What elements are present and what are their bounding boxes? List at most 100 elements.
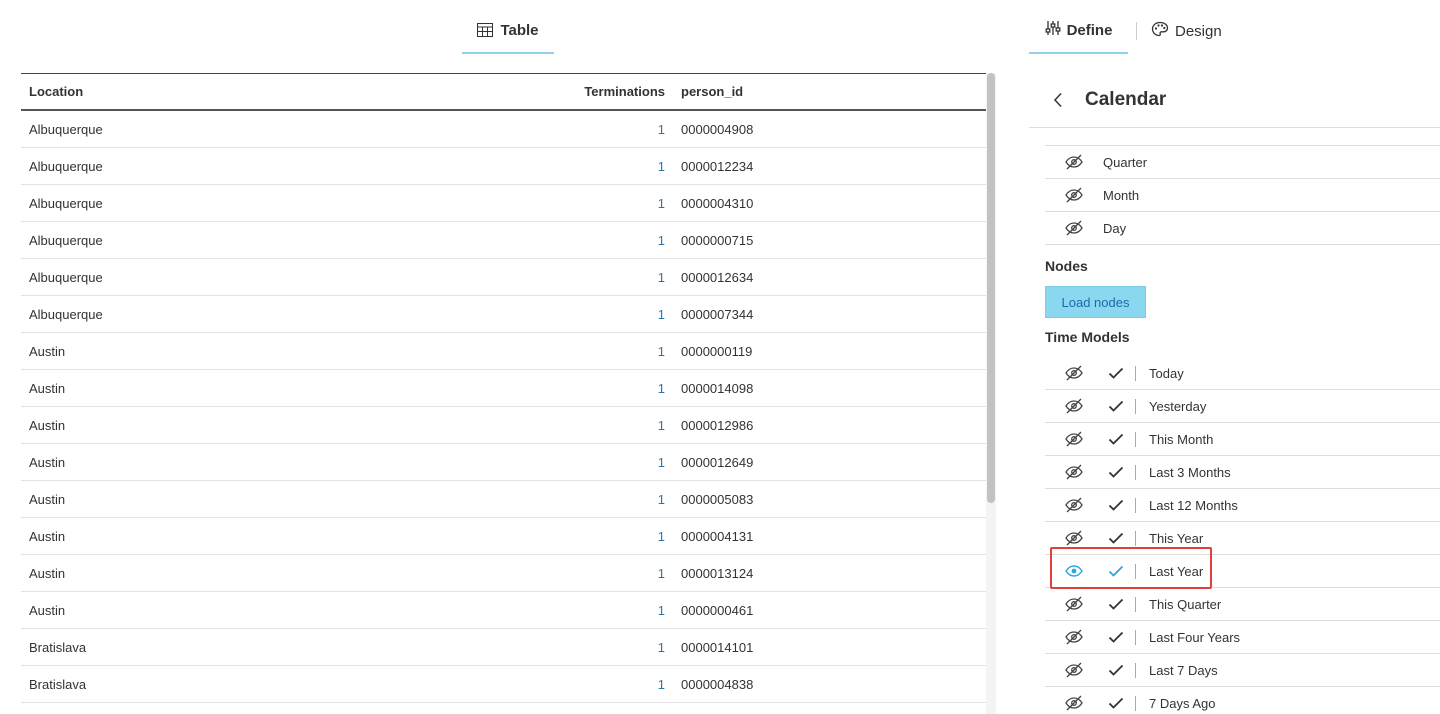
calendar-level-item[interactable]: Day [1045,212,1440,245]
cell-person-id: 0000012649 [681,454,754,470]
cell-terminations[interactable]: 1 [551,196,665,211]
column-header-person-id[interactable]: person_id [665,84,743,99]
table-row[interactable]: Austin 1 0000012986 [21,407,986,444]
table-row[interactable]: Albuquerque 1 0000012234 [21,148,986,185]
eye-off-icon[interactable] [1045,398,1103,414]
cell-terminations[interactable]: 1 [551,677,665,692]
eye-off-icon[interactable] [1045,629,1103,645]
tab-design[interactable]: Design [1145,8,1222,54]
checkmark-icon[interactable] [1105,631,1127,643]
eye-off-icon[interactable] [1045,497,1103,513]
eye-off-icon[interactable] [1045,695,1103,711]
table-row[interactable]: Albuquerque 1 0000012634 [21,259,986,296]
calendar-level-item[interactable]: Quarter [1045,146,1440,179]
column-header-location[interactable]: Location [21,84,551,99]
time-model-item[interactable]: This Year [1045,522,1440,555]
table-row[interactable]: Austin 1 0000013124 [21,555,986,592]
table-header: Location Terminations person_id [21,73,986,111]
time-model-item[interactable]: Last 12 Months [1045,489,1440,522]
tab-define[interactable]: Define [1029,8,1128,54]
calendar-level-label: Day [1103,220,1127,236]
cell-person-id: 0000012986 [681,417,754,433]
checkmark-icon[interactable] [1105,664,1127,676]
checkmark-icon[interactable] [1105,532,1127,544]
tab-table-label: Table [500,21,539,39]
chevron-left-icon[interactable] [1053,92,1075,108]
eye-off-icon[interactable] [1045,662,1103,678]
checkmark-icon[interactable] [1105,400,1127,412]
cell-person-id: 0000000715 [681,232,754,248]
table-row[interactable]: Austin 1 0000000119 [21,333,986,370]
checkmark-icon[interactable] [1105,433,1127,445]
cell-terminations[interactable]: 1 [551,529,665,544]
checkmark-icon[interactable] [1105,499,1127,511]
tab-table[interactable]: Table [462,8,554,54]
eye-off-icon[interactable] [1045,596,1103,612]
cell-terminations[interactable]: 1 [551,233,665,248]
cell-person-id: 0000007344 [681,306,754,322]
cell-terminations[interactable]: 1 [551,381,665,396]
eye-off-icon[interactable] [1045,154,1103,170]
cell-terminations[interactable]: 1 [551,603,665,618]
eye-off-icon[interactable] [1045,530,1103,546]
time-model-item[interactable]: This Month [1045,423,1440,456]
eye-off-icon[interactable] [1045,365,1103,381]
data-table: Location Terminations person_id Albuquer… [21,73,986,714]
table-row[interactable]: Austin 1 0000014098 [21,370,986,407]
time-model-item[interactable]: This Quarter [1045,588,1440,621]
eye-off-icon[interactable] [1045,464,1103,480]
time-model-item[interactable]: Last Year [1045,555,1440,588]
checkmark-icon[interactable] [1105,565,1127,577]
cell-terminations[interactable]: 1 [551,418,665,433]
eye-icon[interactable] [1045,565,1103,577]
table-row[interactable]: Albuquerque 1 0000007344 [21,296,986,333]
time-model-item[interactable]: Last Four Years [1045,621,1440,654]
time-model-item[interactable]: Last 7 Days [1045,654,1440,687]
table-row[interactable]: Albuquerque 1 0000000715 [21,222,986,259]
table-row[interactable]: Albuquerque 1 0000004310 [21,185,986,222]
time-model-item[interactable]: Yesterday [1045,390,1440,423]
eye-off-icon[interactable] [1045,431,1103,447]
calendar-level-label: Quarter [1103,154,1148,170]
load-nodes-button[interactable]: Load nodes [1045,286,1146,318]
calendar-level-item[interactable]: Month [1045,179,1440,212]
cell-terminations[interactable]: 1 [551,344,665,359]
table-row[interactable]: Albuquerque 1 0000004908 [21,111,986,148]
table-row[interactable]: Austin 1 0000012649 [21,444,986,481]
cell-terminations[interactable]: 1 [551,455,665,470]
table-row[interactable]: Austin 1 0000005083 [21,481,986,518]
cell-terminations[interactable]: 1 [551,492,665,507]
time-model-label: This Month [1149,431,1214,447]
time-model-item[interactable]: Last 3 Months [1045,456,1440,489]
cell-location: Austin [29,417,66,433]
cell-location: Albuquerque [29,121,103,137]
checkmark-icon[interactable] [1105,697,1127,709]
checkmark-icon[interactable] [1105,367,1127,379]
cell-location: Austin [29,528,66,544]
tab-define-label: Define [1066,21,1113,39]
sliders-icon [1045,20,1061,40]
cell-location: Bratislava [29,676,87,692]
time-model-item[interactable]: Today [1045,357,1440,390]
table-scrollbar-thumb[interactable] [987,73,995,503]
checkmark-icon[interactable] [1105,598,1127,610]
eye-off-icon[interactable] [1045,187,1103,203]
table-row[interactable]: Bratislava 1 0000014101 [21,629,986,666]
separator [1135,398,1136,414]
calendar-title: Calendar [1085,88,1167,110]
cell-terminations[interactable]: 1 [551,122,665,137]
cell-terminations[interactable]: 1 [551,159,665,174]
time-models-list: Today Yesterday This Month Last 3 Months Las… [1045,357,1440,714]
table-row[interactable]: Austin 1 0000004131 [21,518,986,555]
checkmark-icon[interactable] [1105,466,1127,478]
cell-terminations[interactable]: 1 [551,640,665,655]
time-model-item[interactable]: 7 Days Ago [1045,687,1440,714]
cell-terminations[interactable]: 1 [551,307,665,322]
eye-off-icon[interactable] [1045,220,1103,236]
cell-terminations[interactable]: 1 [551,270,665,285]
column-header-terminations[interactable]: Terminations [551,84,665,99]
table-row[interactable]: Austin 1 0000000461 [21,592,986,629]
cell-terminations[interactable]: 1 [551,566,665,581]
table-row[interactable]: Bratislava 1 0000004838 [21,666,986,703]
cell-person-id: 0000004838 [681,676,754,692]
